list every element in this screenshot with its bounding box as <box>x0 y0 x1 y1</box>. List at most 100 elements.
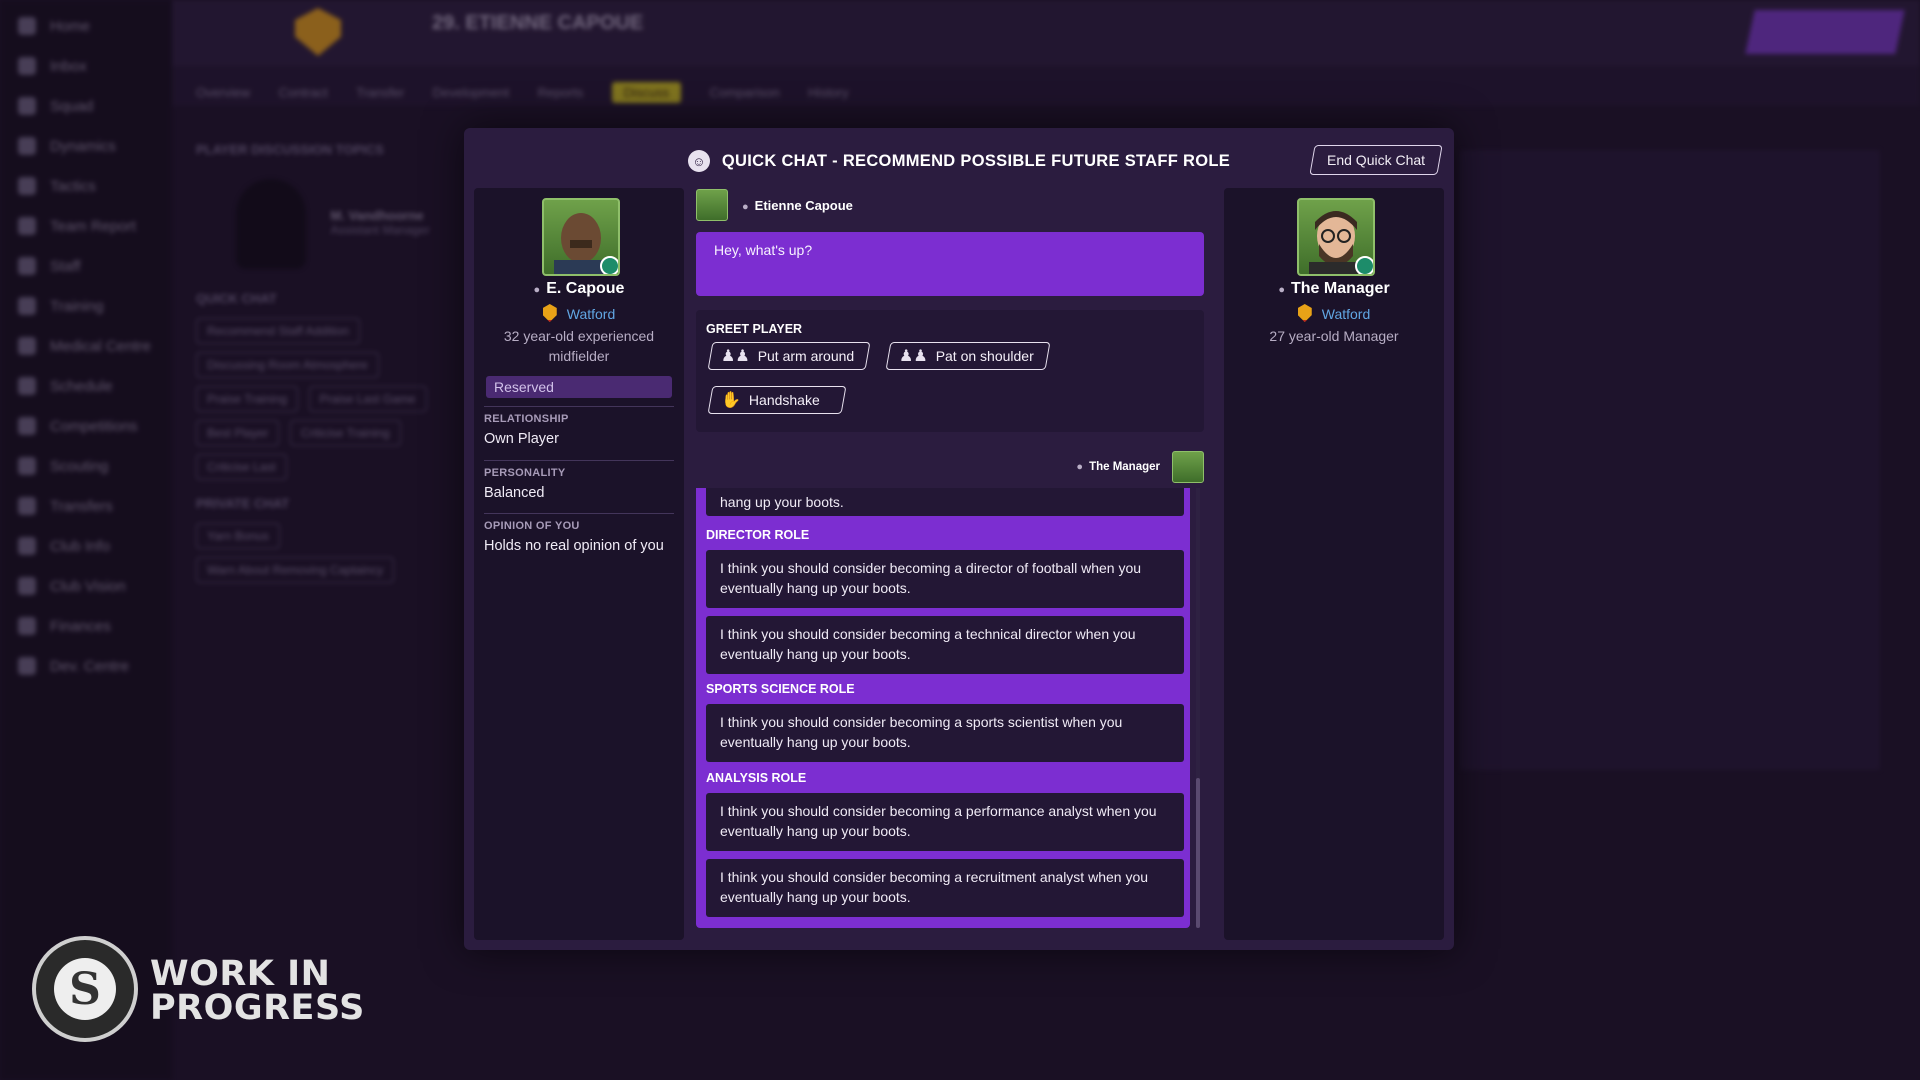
topic-pill[interactable]: Warn About Removing Captaincy <box>196 557 395 583</box>
finances-icon <box>18 617 36 635</box>
tab-overview[interactable]: Overview <box>196 85 250 100</box>
topic-pill[interactable]: Criticise Last <box>196 454 287 480</box>
player-tabs: Overview Contract Transfer Development R… <box>172 66 1920 106</box>
chat-area: ● Etienne Capoue Hey, what's up? GREET PL… <box>696 188 1214 940</box>
relationship-attr: RELATIONSHIP Own Player <box>484 406 674 447</box>
player-speaker-name: Etienne Capoue <box>754 197 853 213</box>
inbox-icon <box>18 57 36 75</box>
sidebar-item-team-report[interactable]: Team Report <box>0 206 172 246</box>
sidebar-item-club-vision[interactable]: Club Vision <box>0 566 172 606</box>
topic-pill[interactable]: Best Player <box>196 420 280 446</box>
handshake-button[interactable]: ✋ Handshake <box>707 386 847 414</box>
pat-on-shoulder-button[interactable]: ♟♟ Pat on shoulder <box>885 342 1051 370</box>
manager-club[interactable]: Watford <box>1224 304 1444 322</box>
sidebar-item-home[interactable]: Home <box>0 6 172 46</box>
options-scrollbar-thumb[interactable] <box>1196 778 1200 928</box>
sidebar-item-schedule[interactable]: Schedule <box>0 366 172 406</box>
panel-role: Assistant Manager <box>330 222 430 237</box>
handshake-icon: ✋ <box>721 392 741 409</box>
transfers-icon <box>18 497 36 515</box>
reply-option[interactable]: I think you should consider becoming a d… <box>706 550 1184 608</box>
greet-player-panel: GREET PLAYER ♟♟ Put arm around ♟♟ Pat on s… <box>696 310 1204 432</box>
calendar-icon <box>18 377 36 395</box>
tab-comparison[interactable]: Comparison <box>710 85 780 100</box>
trophy-icon <box>18 417 36 435</box>
sidebar-item-medical[interactable]: Medical Centre <box>0 326 172 366</box>
person-icon: ● <box>533 284 541 296</box>
panel-person: M. Vandhoorne <box>330 207 424 223</box>
pat-icon: ♟♟ <box>899 348 928 365</box>
topic-pill[interactable]: Criticise Training <box>289 420 401 446</box>
reply-option[interactable]: I think you should consider becoming a s… <box>706 704 1184 762</box>
player-name[interactable]: ● E. Capoue <box>474 280 684 298</box>
tab-development[interactable]: Development <box>433 85 510 100</box>
manager-description: 27 year-old Manager <box>1269 328 1399 344</box>
greet-heading: GREET PLAYER <box>706 322 803 336</box>
reply-option[interactable]: I think you should consider becoming a r… <box>706 859 1184 917</box>
home-icon <box>18 17 36 35</box>
sidebar-item-competitions[interactable]: Competitions <box>0 406 172 446</box>
player-header: 29. ETIENNE CAPOUE <box>432 12 644 34</box>
watford-crest-icon <box>542 304 557 322</box>
sidebar-item-inbox[interactable]: Inbox <box>0 46 172 86</box>
tab-discuss[interactable]: Discuss <box>611 82 682 103</box>
panel-title: PLAYER DISCUSSION TOPICS <box>196 142 384 157</box>
staff-icon <box>18 257 36 275</box>
staff-silhouette <box>236 179 306 269</box>
player-speaker-row: ● Etienne Capoue <box>696 188 853 222</box>
work-in-progress-label: WORK IN PROGRESS <box>150 954 365 1028</box>
continue-button[interactable] <box>1745 10 1905 54</box>
scouting-icon <box>18 457 36 475</box>
section-heading: SPORTS SCIENCE ROLE <box>706 682 855 696</box>
topic-pill[interactable]: Recommend Staff Addition <box>196 318 360 344</box>
sidebar-item-dev-centre[interactable]: Dev. Centre <box>0 646 172 686</box>
topic-pill[interactable]: Yarn Bonus <box>196 523 280 549</box>
chat-icon: ☺ <box>687 150 710 172</box>
topic-pill[interactable]: Discussing Room Atmosphere <box>196 352 379 378</box>
manager-speaker-row: ● The Manager <box>1076 450 1204 484</box>
sidebar-item-finances[interactable]: Finances <box>0 606 172 646</box>
person-icon: ● <box>1278 284 1285 296</box>
sidebar-item-squad[interactable]: Squad <box>0 86 172 126</box>
club-icon <box>18 537 36 555</box>
reply-options-list[interactable]: hang up your boots. DIRECTOR ROLE I thin… <box>696 488 1190 928</box>
tab-history[interactable]: History <box>808 85 848 100</box>
sidebar-item-transfers[interactable]: Transfers <box>0 486 172 526</box>
modal-header: ☺ QUICK CHAT - RECOMMEND POSSIBLE FUTURE… <box>464 150 1454 172</box>
end-quick-chat-button[interactable]: End Quick Chat <box>1309 145 1443 175</box>
sidebar-item-dynamics[interactable]: Dynamics <box>0 126 172 166</box>
player-club[interactable]: Watford <box>474 304 684 322</box>
player-avatar[interactable] <box>542 198 620 276</box>
topic-pill[interactable]: Praise Training <box>196 386 299 412</box>
sidebar-item-staff[interactable]: Staff <box>0 246 172 286</box>
tab-reports[interactable]: Reports <box>538 85 584 100</box>
reply-option[interactable]: I think you should consider becoming a p… <box>706 793 1184 851</box>
put-arm-around-button[interactable]: ♟♟ Put arm around <box>707 342 871 370</box>
watford-crest-icon <box>1297 304 1312 322</box>
club-crest-icon[interactable] <box>295 8 341 56</box>
tab-transfer[interactable]: Transfer <box>356 85 404 100</box>
player-description: 32 year-old experienced midfielder <box>503 328 655 364</box>
report-icon <box>18 217 36 235</box>
reply-option[interactable]: hang up your boots. <box>706 488 1184 516</box>
si-emblem: S <box>54 958 116 1020</box>
medical-icon <box>18 337 36 355</box>
player-status-badge: Reserved <box>486 376 672 398</box>
sidebar-item-training[interactable]: Training <box>0 286 172 326</box>
manager-avatar[interactable] <box>1297 198 1375 276</box>
sidebar: Home Inbox Squad Dynamics Tactics Team R… <box>0 0 172 1080</box>
sidebar-item-scouting[interactable]: Scouting <box>0 446 172 486</box>
sidebar-item-tactics[interactable]: Tactics <box>0 166 172 206</box>
manager-name[interactable]: ● The Manager <box>1224 280 1444 298</box>
manager-speaker-name: The Manager <box>1089 461 1160 473</box>
own-player-badge <box>600 256 618 274</box>
sidebar-item-club-info[interactable]: Club Info <box>0 526 172 566</box>
reply-option[interactable]: I think you should consider becoming a t… <box>706 616 1184 674</box>
tab-contract[interactable]: Contract <box>279 85 328 100</box>
player-message-bubble: Hey, what's up? <box>696 232 1204 296</box>
manager-mini-avatar <box>1172 451 1204 483</box>
player-mini-avatar <box>696 189 728 221</box>
topic-pill[interactable]: Praise Last Game <box>308 386 427 412</box>
vision-icon <box>18 577 36 595</box>
manager-card: ● The Manager Watford 27 year-old Manager <box>1224 188 1444 940</box>
